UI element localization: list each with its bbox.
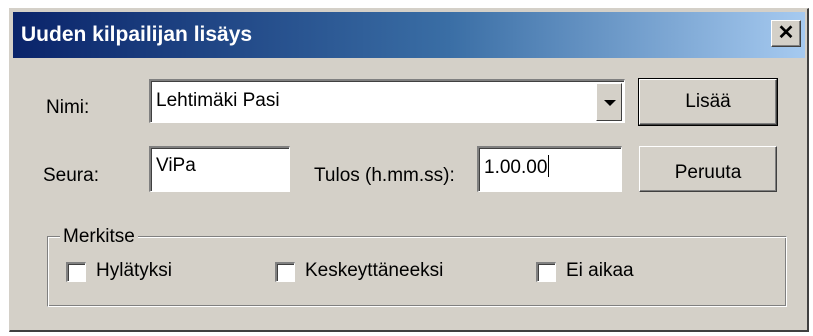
- add-button[interactable]: Lisää: [638, 78, 778, 126]
- add-competitor-dialog: Uuden kilpailijan lisäys ✕ Nimi: Lehtimä…: [9, 8, 809, 332]
- club-input[interactable]: ViPa: [149, 146, 290, 192]
- club-label: Seura:: [43, 165, 99, 186]
- cancel-button-label: Peruuta: [674, 162, 742, 183]
- result-input[interactable]: 1.00.00: [477, 146, 622, 192]
- checkbox-label: Ei aikaa: [566, 260, 634, 281]
- checkbox-box[interactable]: [275, 262, 295, 282]
- checkbox-label: Keskeyttäneeksi: [305, 260, 444, 281]
- result-value: 1.00.00: [484, 157, 548, 178]
- title-bar[interactable]: Uuden kilpailijan lisäys ✕: [13, 12, 805, 58]
- checkbox-box[interactable]: [66, 262, 86, 282]
- checkbox-box[interactable]: [536, 262, 556, 282]
- name-combobox[interactable]: Lehtimäki Pasi: [149, 79, 625, 123]
- add-button-label: Lisää: [685, 91, 731, 112]
- result-label: Tulos (h.mm.ss):: [314, 165, 455, 186]
- text-caret: [548, 155, 550, 177]
- name-label: Nimi:: [46, 97, 90, 118]
- cancel-button[interactable]: Peruuta: [639, 146, 777, 192]
- close-button[interactable]: ✕: [771, 20, 801, 47]
- name-value: Lehtimäki Pasi: [156, 90, 280, 111]
- dialog-title: Uuden kilpailijan lisäys: [21, 23, 253, 46]
- chevron-down-icon: [604, 100, 616, 106]
- name-dropdown-button[interactable]: [596, 83, 622, 121]
- club-value: ViPa: [156, 155, 196, 176]
- close-icon: ✕: [777, 22, 795, 44]
- checkbox-label: Hylätyksi: [96, 260, 173, 281]
- mark-group-label: Merkitse: [60, 226, 138, 248]
